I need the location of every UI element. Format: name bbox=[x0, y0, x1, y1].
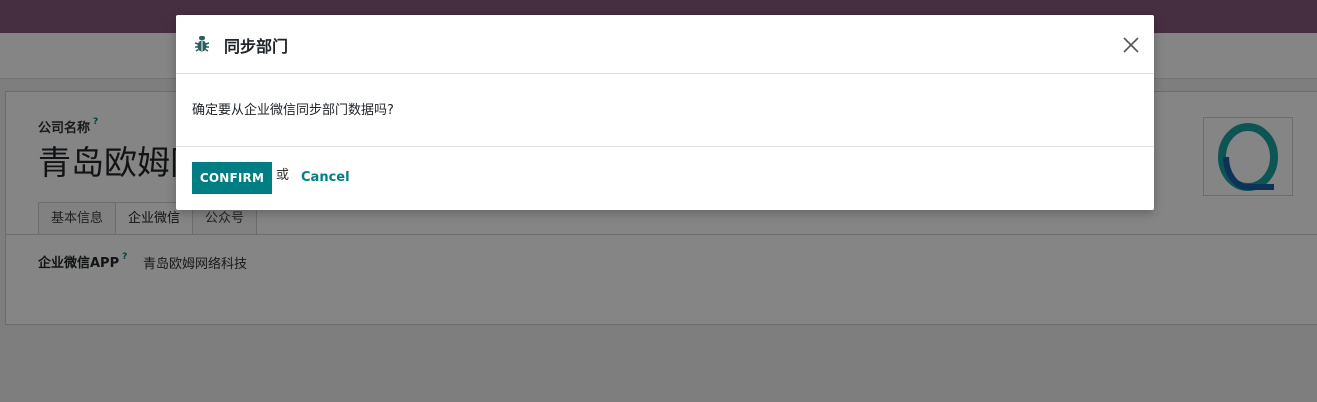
dialog-body: 确定要从企业微信同步部门数据吗? bbox=[176, 74, 1154, 147]
dialog-title: 同步部门 bbox=[224, 37, 289, 56]
confirm-button[interactable]: CONFIRM bbox=[192, 162, 272, 194]
close-icon bbox=[1123, 37, 1139, 53]
cancel-button[interactable]: Cancel bbox=[301, 170, 350, 185]
dialog-header: 同步部门 bbox=[176, 15, 1154, 74]
page: 公司名称? 青岛欧姆网 基本信息 企业微信 公众号 企业微信APP? 青岛欧姆网… bbox=[0, 0, 1317, 402]
sync-department-dialog: 同步部门 确定要从企业微信同步部门数据吗? CONFIRM 或 Cancel bbox=[176, 15, 1154, 210]
dialog-footer: CONFIRM 或 Cancel bbox=[176, 147, 1154, 210]
or-separator: 或 bbox=[276, 168, 290, 183]
close-button[interactable] bbox=[1119, 33, 1143, 57]
dialog-message: 确定要从企业微信同步部门数据吗? bbox=[192, 103, 394, 118]
bug-icon bbox=[194, 36, 210, 52]
